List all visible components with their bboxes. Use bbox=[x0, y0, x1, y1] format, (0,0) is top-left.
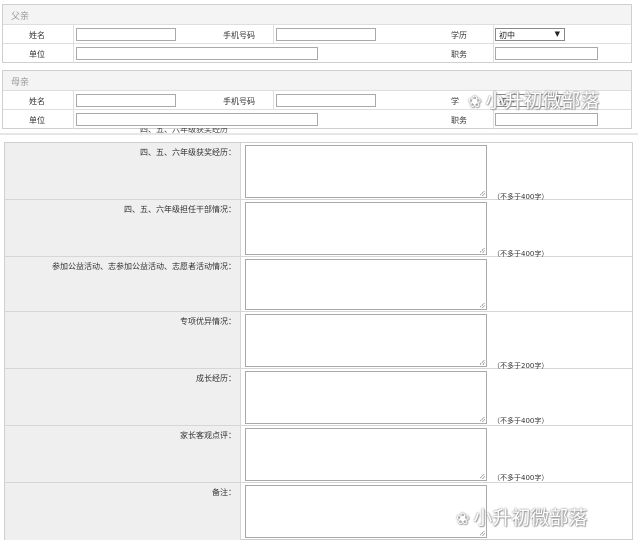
mother-position-input[interactable] bbox=[495, 113, 598, 126]
volunteer-textarea[interactable] bbox=[245, 259, 487, 310]
form-row-growth: 成长经历： （不多于400字） bbox=[5, 369, 632, 426]
form-row-parent-review: 家长客观点评： （不多于400字） bbox=[5, 426, 632, 483]
father-phone-input[interactable] bbox=[276, 28, 376, 41]
growth-label: 成长经历： bbox=[196, 374, 236, 383]
form-row-talent: 专项优异情况： （不多于200字） bbox=[5, 312, 632, 370]
form-row-cadre: 四、五、六年级担任干部情况： （不多于400字） bbox=[5, 200, 632, 258]
screenshot-seam bbox=[0, 133, 638, 135]
father-phone-label: 手机号码 bbox=[223, 31, 255, 40]
label-cell: 备注： bbox=[5, 483, 241, 540]
form-row-awards: 四、五、六年级获奖经历： （不多于400字） bbox=[5, 143, 632, 201]
divider bbox=[273, 91, 274, 109]
resize-grip-icon[interactable] bbox=[480, 360, 485, 365]
watermark-text: 小升初微部落 bbox=[473, 507, 588, 529]
label-cell: 家长客观点评： bbox=[5, 426, 241, 482]
growth-textarea[interactable] bbox=[245, 371, 487, 424]
resize-grip-icon[interactable] bbox=[480, 248, 485, 253]
growth-hint: （不多于400字） bbox=[493, 417, 549, 425]
resize-grip-icon[interactable] bbox=[480, 303, 485, 308]
father-position-input[interactable] bbox=[495, 47, 598, 60]
divider bbox=[273, 25, 274, 43]
experience-form: 四、五、六年级获奖经历： （不多于400字） 四、五、六年级担任干部情况： （不… bbox=[4, 142, 633, 540]
mother-name-label: 姓名 bbox=[29, 97, 45, 106]
divider bbox=[73, 44, 74, 63]
talent-textarea[interactable] bbox=[245, 314, 487, 367]
volunteer-label: 参加公益活动、志参加公益活动、志愿者活动情况： bbox=[52, 262, 236, 271]
label-cell: 成长经历： bbox=[5, 369, 241, 425]
parent-review-hint: （不多于400字） bbox=[493, 474, 549, 482]
awards-label: 四、五、六年级获奖经历： bbox=[140, 148, 236, 157]
father-work-label: 单位 bbox=[29, 50, 45, 59]
form-row-volunteer: 参加公益活动、志参加公益活动、志愿者活动情况： bbox=[5, 257, 632, 312]
father-row-2: 单位 职务 bbox=[3, 44, 631, 63]
mother-position-label: 职务 bbox=[451, 116, 467, 125]
divider bbox=[493, 44, 494, 63]
watermark-text: 小升初微部落 bbox=[485, 90, 600, 112]
talent-label: 专项优异情况： bbox=[180, 317, 236, 326]
divider bbox=[73, 91, 74, 109]
parent-review-label: 家长客观点评： bbox=[180, 431, 236, 440]
wechat-icon: ❀ bbox=[456, 509, 470, 528]
father-education-select[interactable]: 初中 ▼ bbox=[495, 28, 565, 41]
label-cell: 专项优异情况： bbox=[5, 312, 241, 368]
father-education-value: 初中 bbox=[499, 31, 515, 40]
watermark-top: ❀ 小升初微部落 bbox=[468, 86, 599, 113]
father-position-label: 职务 bbox=[451, 50, 467, 59]
divider bbox=[73, 25, 74, 43]
divider bbox=[73, 110, 74, 129]
mother-work-label: 单位 bbox=[29, 116, 45, 125]
resize-grip-icon[interactable] bbox=[480, 474, 485, 479]
remarks-label: 备注： bbox=[212, 488, 236, 497]
parent-review-textarea[interactable] bbox=[245, 428, 487, 481]
father-name-input[interactable] bbox=[76, 28, 176, 41]
cadre-textarea[interactable] bbox=[245, 202, 487, 255]
cadre-label: 四、五、六年级担任干部情况： bbox=[124, 205, 236, 214]
watermark-bottom: ❀ 小升初微部落 bbox=[456, 503, 587, 530]
mother-phone-label: 手机号码 bbox=[223, 97, 255, 106]
divider bbox=[493, 25, 494, 43]
wechat-icon: ❀ bbox=[468, 92, 482, 111]
label-cell: 四、五、六年级担任干部情况： bbox=[5, 200, 241, 256]
father-name-label: 姓名 bbox=[29, 31, 45, 40]
resize-grip-icon[interactable] bbox=[480, 531, 485, 536]
mother-phone-input[interactable] bbox=[276, 94, 376, 107]
father-work-input[interactable] bbox=[76, 47, 318, 60]
dropdown-arrow-icon: ▼ bbox=[554, 30, 560, 38]
label-cell: 四、五、六年级获奖经历： bbox=[5, 143, 241, 199]
father-section-title: 父亲 bbox=[3, 5, 631, 25]
resize-grip-icon[interactable] bbox=[480, 417, 485, 422]
label-cell: 参加公益活动、志参加公益活动、志愿者活动情况： bbox=[5, 257, 241, 311]
remarks-textarea[interactable] bbox=[245, 485, 487, 538]
father-section: 父亲 姓名 手机号码 学历 初中 ▼ 单位 职务 bbox=[2, 4, 632, 63]
father-row-1: 姓名 手机号码 学历 初中 ▼ bbox=[3, 25, 631, 44]
mother-education-label: 学 bbox=[451, 97, 459, 106]
father-education-label: 学历 bbox=[451, 31, 467, 40]
awards-textarea[interactable] bbox=[245, 145, 487, 198]
mother-work-input[interactable] bbox=[76, 113, 318, 126]
resize-grip-icon[interactable] bbox=[480, 191, 485, 196]
mother-name-input[interactable] bbox=[76, 94, 176, 107]
